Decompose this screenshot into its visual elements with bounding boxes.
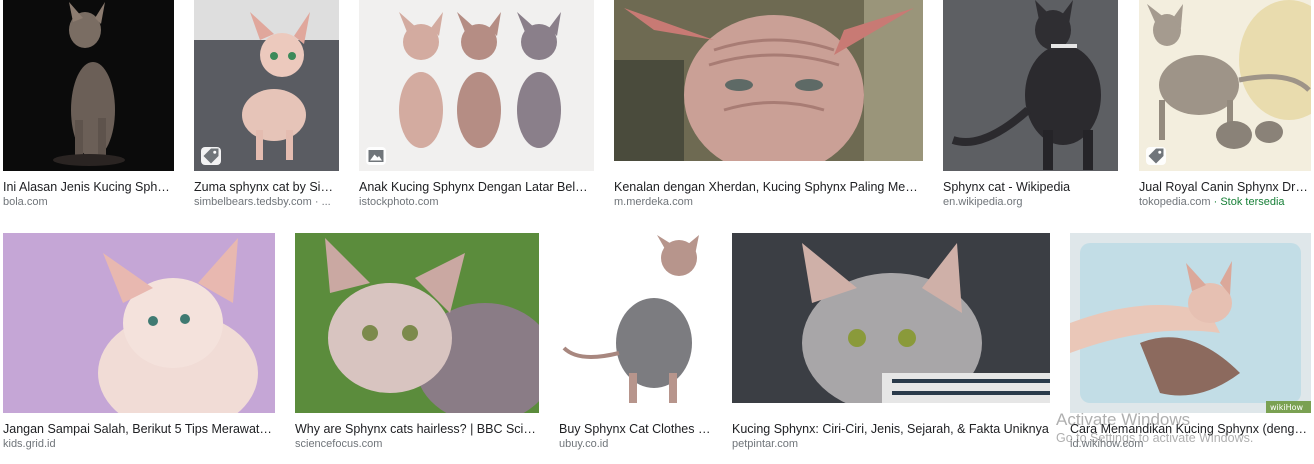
result-thumbnail[interactable] <box>1139 0 1311 171</box>
image-result-6[interactable]: Jual Royal Canin Sphynx Dry Food tokoped… <box>1139 0 1311 209</box>
result-source[interactable]: simbelbears.tedsby.com · ... <box>194 195 339 209</box>
result-thumbnail[interactable] <box>3 0 174 171</box>
result-thumbnail[interactable] <box>732 233 1050 403</box>
cat-image <box>732 233 1050 403</box>
image-result-9[interactable]: Buy Sphynx Cat Clothes Online ubuy.co.id <box>559 233 712 451</box>
cat-image <box>559 233 712 413</box>
result-title[interactable]: Sphynx cat - Wikipedia <box>943 179 1118 195</box>
result-title[interactable]: Zuma sphynx cat by Simbelbears <box>194 179 339 195</box>
result-thumbnail[interactable]: wikiHow <box>1070 233 1311 413</box>
result-title[interactable]: Ini Alasan Jenis Kucing Sphynx Mahal <box>3 179 174 195</box>
cat-image <box>295 233 539 413</box>
result-thumbnail[interactable] <box>614 0 923 161</box>
image-result-10[interactable]: Kucing Sphynx: Ciri-Ciri, Jenis, Sejarah… <box>732 233 1050 451</box>
result-thumbnail[interactable] <box>943 0 1118 171</box>
result-source[interactable]: istockphoto.com <box>359 195 594 209</box>
tag-icon <box>201 147 221 165</box>
watermark-title: Activate Windows <box>1056 410 1191 429</box>
result-thumbnail[interactable] <box>194 0 339 171</box>
source-domain: tokopedia.com <box>1139 196 1211 208</box>
result-thumbnail[interactable] <box>559 233 712 413</box>
result-source[interactable]: m.merdeka.com <box>614 195 923 209</box>
result-title[interactable]: Kucing Sphynx: Ciri-Ciri, Jenis, Sejarah… <box>732 421 1050 437</box>
result-thumbnail[interactable] <box>359 0 594 171</box>
image-result-8[interactable]: Why are Sphynx cats hairless? | BBC Scie… <box>295 233 539 451</box>
cat-image <box>3 233 275 413</box>
result-source[interactable]: bola.com <box>3 195 174 209</box>
result-source[interactable]: ubuy.co.id <box>559 437 712 451</box>
result-title[interactable]: Kenalan dengan Xherdan, Kucing Sphynx Pa… <box>614 179 923 195</box>
result-title[interactable]: Jual Royal Canin Sphynx Dry Food <box>1139 179 1311 195</box>
image-result-4[interactable]: Kenalan dengan Xherdan, Kucing Sphynx Pa… <box>614 0 923 209</box>
image-result-3[interactable]: Anak Kucing Sphynx Dengan Latar Belakang… <box>359 0 594 209</box>
image-result-2[interactable]: Zuma sphynx cat by Simbelbears simbelbea… <box>194 0 339 209</box>
result-title[interactable]: Why are Sphynx cats hairless? | BBC Scie… <box>295 421 539 437</box>
cat-image <box>3 0 174 171</box>
result-source[interactable]: kids.grid.id <box>3 437 275 451</box>
result-title[interactable]: Buy Sphynx Cat Clothes Online <box>559 421 712 437</box>
cat-image <box>194 0 339 171</box>
image-result-5[interactable]: Sphynx cat - Wikipedia en.wikipedia.org <box>943 0 1118 209</box>
stock-status: · Stok tersedia <box>1213 196 1285 208</box>
cat-image <box>359 0 594 171</box>
image-result-1[interactable]: Ini Alasan Jenis Kucing Sphynx Mahal bol… <box>3 0 174 209</box>
watermark-subtitle: Go to Settings to activate Windows. <box>1056 431 1254 445</box>
cat-image <box>614 0 923 161</box>
result-thumbnail[interactable] <box>3 233 275 413</box>
result-title[interactable]: Jangan Sampai Salah, Berikut 5 Tips Mera… <box>3 421 275 437</box>
image-result-7[interactable]: Jangan Sampai Salah, Berikut 5 Tips Mera… <box>3 233 275 451</box>
cat-image <box>1139 0 1311 171</box>
result-source[interactable]: en.wikipedia.org <box>943 195 1118 209</box>
result-title[interactable]: Anak Kucing Sphynx Dengan Latar Belakang… <box>359 179 594 195</box>
tag-icon <box>1146 147 1166 165</box>
activate-windows-watermark: Activate Windows Go to Settings to activ… <box>1056 410 1253 446</box>
result-source[interactable]: petpintar.com <box>732 437 1050 451</box>
cat-image: wikiHow <box>1070 233 1311 413</box>
cat-image <box>943 0 1118 171</box>
result-source[interactable]: sciencefocus.com <box>295 437 539 451</box>
result-thumbnail[interactable] <box>295 233 539 413</box>
image-icon <box>366 147 386 165</box>
result-source[interactable]: tokopedia.com · Stok tersedia <box>1139 195 1311 209</box>
wikihow-logo: wikiHow <box>1270 403 1304 412</box>
